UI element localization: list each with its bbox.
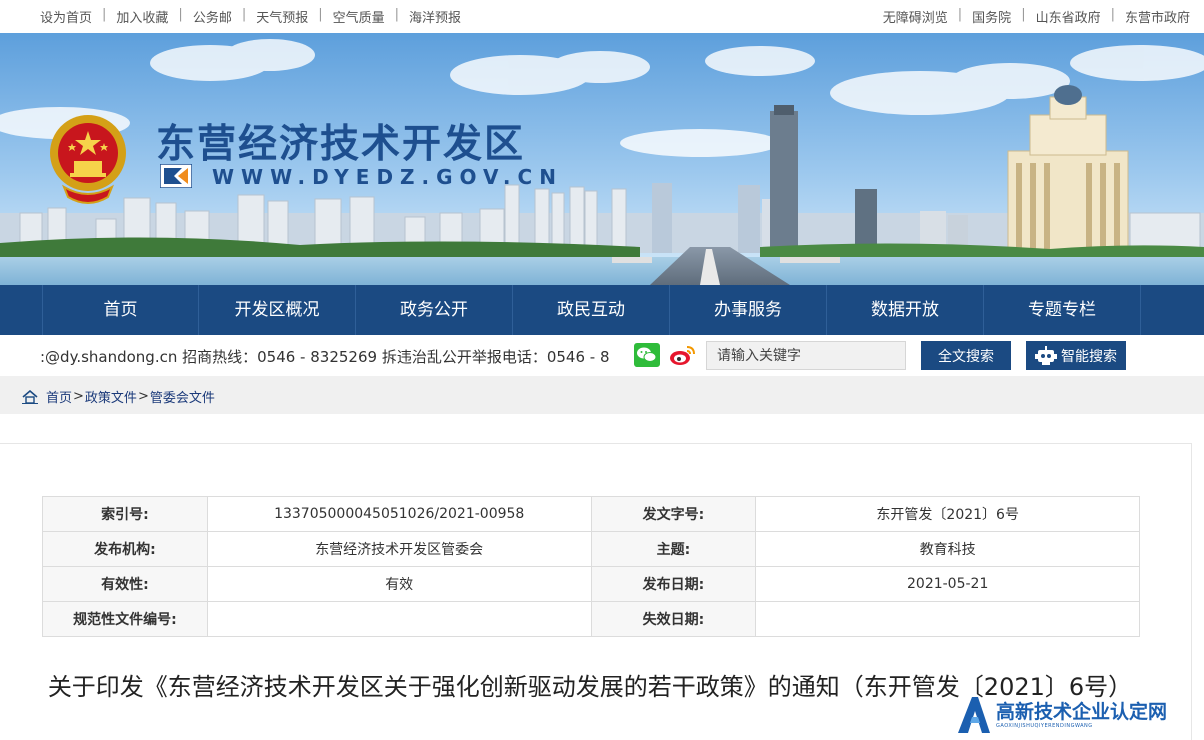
validity-label: 有效性:	[42, 566, 208, 602]
breadcrumb-bar: 首页 > 政策文件 > 管委会文件	[0, 376, 1204, 414]
topic-value: 教育科技	[755, 531, 1140, 567]
expiry-date-label: 失效日期:	[590, 601, 757, 637]
official-mail-link[interactable]: 公务邮	[193, 7, 232, 26]
wechat-icon[interactable]	[634, 343, 660, 367]
nav-item-home[interactable]: 首页	[42, 285, 199, 335]
separator: |	[1110, 7, 1115, 22]
air-quality-link[interactable]: 空气质量	[333, 7, 385, 26]
separator: |	[178, 7, 183, 22]
site-title: 东营经济技术开发区	[156, 122, 526, 167]
separator: |	[394, 7, 400, 22]
breadcrumb-policy-docs[interactable]: 政策文件	[85, 387, 137, 406]
shandong-gov-link[interactable]: 山东省政府	[1036, 7, 1101, 26]
issuer-label: 发布机构:	[42, 531, 208, 567]
search-input[interactable]	[706, 341, 906, 370]
ocean-forecast-link[interactable]: 海洋预报	[409, 7, 461, 26]
breadcrumb: 首页 > 政策文件 > 管委会文件	[22, 387, 215, 406]
top-left-links: 设为首页 | 加入收藏 | 公务邮 | 天气预报 | 空气质量 | 海洋预报	[40, 7, 461, 26]
add-favorite-link[interactable]: 加入收藏	[116, 7, 168, 26]
breadcrumb-separator: >	[137, 389, 149, 404]
site-watermark: 高新技术企业认定网 GAOXINJISHUQIYERENDINGWANG	[956, 695, 1204, 740]
separator: |	[957, 7, 963, 22]
normative-doc-number-label: 规范性文件编号:	[42, 601, 208, 637]
document-number-value: 东开管发〔2021〕6号	[755, 496, 1140, 532]
breadcrumb-separator: >	[73, 389, 84, 404]
validity-value: 有效	[206, 566, 592, 602]
index-number-label: 索引号:	[42, 496, 208, 532]
set-homepage-link[interactable]: 设为首页	[40, 7, 92, 26]
watermark-subtitle: GAOXINJISHUQIYERENDINGWANG	[996, 723, 1093, 729]
document-meta-table: 索引号: 133705000045051026/2021-00958 发文字号:…	[42, 496, 1140, 637]
separator: |	[318, 7, 323, 22]
nav-item-gov-affairs[interactable]: 政务公开	[356, 285, 513, 335]
header-banner: 东营经济技术开发区 WWW.DYEDZ.GOV.CN	[0, 33, 1204, 285]
weibo-icon[interactable]	[668, 343, 696, 367]
weather-forecast-link[interactable]: 天气预报	[256, 7, 308, 26]
nav-item-overview[interactable]: 开发区概况	[199, 285, 356, 335]
table-row: 索引号: 133705000045051026/2021-00958 发文字号:…	[42, 496, 1140, 532]
table-row: 发布机构: 东营经济技术开发区管委会 主题: 教育科技	[42, 531, 1140, 567]
site-url: WWW.DYEDZ.GOV.CN	[212, 165, 563, 189]
topic-label: 主题:	[590, 531, 757, 567]
table-row: 规范性文件编号: 失效日期:	[42, 601, 1140, 637]
separator: |	[241, 7, 247, 22]
nav-item-services[interactable]: 办事服务	[670, 285, 827, 335]
nav-item-interaction[interactable]: 政民互动	[513, 285, 670, 335]
nav-item-open-data[interactable]: 数据开放	[827, 285, 984, 335]
table-row: 有效性: 有效 发布日期: 2021-05-21	[42, 566, 1140, 602]
main-nav: 首页 开发区概况 政务公开 政民互动 办事服务 数据开放 专题专栏	[0, 285, 1204, 335]
fulltext-search-button[interactable]: 全文搜索	[921, 341, 1011, 370]
watermark-logo-icon	[958, 697, 990, 733]
publish-date-value: 2021-05-21	[755, 566, 1140, 602]
breadcrumb-home[interactable]: 首页	[46, 387, 72, 406]
contact-ticker-text: :@dy.shandong.cn 招商热线：0546 - 8325269 拆违治…	[40, 348, 610, 366]
accessibility-link[interactable]: 无障碍浏览	[883, 7, 948, 26]
expiry-date-value	[755, 601, 1140, 637]
normative-doc-number-value	[206, 601, 592, 637]
home-icon	[22, 389, 38, 404]
separator: |	[1021, 7, 1026, 22]
contact-ticker: :@dy.shandong.cn 招商热线：0546 - 8325269 拆违治…	[40, 344, 622, 368]
smart-search-button[interactable]: 智能搜索	[1026, 341, 1126, 370]
issuer-value: 东营经济技术开发区管委会	[206, 531, 592, 567]
zone-logo-icon	[160, 164, 192, 188]
national-emblem-icon	[50, 115, 126, 204]
publish-date-label: 发布日期:	[590, 566, 757, 602]
top-utility-bar: 设为首页 | 加入收藏 | 公务邮 | 天气预报 | 空气质量 | 海洋预报 无…	[0, 0, 1204, 32]
document-number-label: 发文字号:	[590, 496, 757, 532]
nav-item-special-topics[interactable]: 专题专栏	[984, 285, 1141, 335]
top-right-links: 无障碍浏览 | 国务院 | 山东省政府 | 东营市政府	[883, 7, 1190, 26]
watermark-title: 高新技术企业认定网	[996, 701, 1168, 723]
breadcrumb-committee-docs[interactable]: 管委会文件	[150, 387, 215, 406]
state-council-link[interactable]: 国务院	[972, 7, 1011, 26]
separator: |	[102, 7, 107, 22]
info-search-row: :@dy.shandong.cn 招商热线：0546 - 8325269 拆违治…	[0, 336, 1204, 376]
dongying-gov-link[interactable]: 东营市政府	[1125, 7, 1190, 26]
smart-search-label: 智能搜索	[1061, 348, 1117, 365]
index-number-value: 133705000045051026/2021-00958	[206, 496, 592, 532]
robot-icon	[1035, 345, 1057, 365]
